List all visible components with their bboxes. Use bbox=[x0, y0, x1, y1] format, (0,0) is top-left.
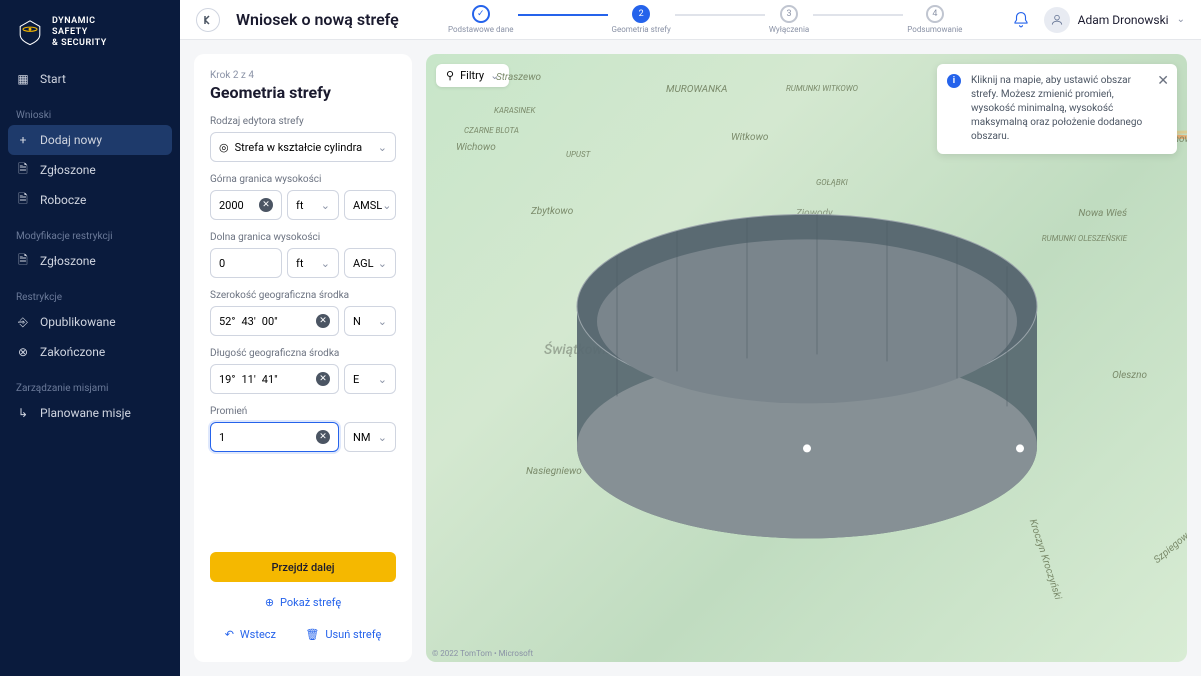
page-title: Wniosek o nową strefę bbox=[236, 10, 399, 29]
step-2[interactable]: 2 Geometria strefy bbox=[612, 5, 671, 34]
document-icon: 🗎 bbox=[16, 163, 30, 177]
clear-icon[interactable]: ✕ bbox=[316, 314, 330, 328]
delete-zone-button[interactable]: 🗑Usuń strefę bbox=[305, 622, 381, 646]
upper-ref-select[interactable]: AMSL⌄ bbox=[344, 190, 396, 220]
map[interactable]: ⚲ Filtry ⌄ Straszewo MUROWANKA RUMUNKI W… bbox=[426, 54, 1187, 662]
nav-submitted[interactable]: 🗎 Zgłoszone bbox=[0, 155, 180, 185]
undo-icon: ↶ bbox=[225, 628, 234, 641]
grid-icon: ▦ bbox=[16, 72, 30, 86]
lat-input[interactable]: 52° 43′ 00″ ✕ bbox=[210, 306, 339, 336]
info-toast: i Kliknij na mapie, aby ustawić obszar s… bbox=[937, 64, 1177, 154]
clear-icon[interactable]: ✕ bbox=[316, 372, 330, 386]
upper-unit-select[interactable]: ft⌄ bbox=[287, 190, 339, 220]
collapse-icon bbox=[202, 14, 214, 26]
zone-cylinder[interactable] bbox=[557, 156, 1057, 576]
lower-unit-select[interactable]: ft⌄ bbox=[287, 248, 339, 278]
editor-type-select[interactable]: ◎Strefa w kształcie cylindra ⌄ bbox=[210, 132, 396, 162]
nav-planned-missions[interactable]: ↳ Planowane misje bbox=[0, 398, 180, 428]
toast-close-button[interactable]: ✕ bbox=[1157, 72, 1169, 92]
map-place-label: KARASINEK bbox=[494, 106, 535, 115]
radius-label: Promień bbox=[210, 406, 396, 417]
lon-hemi-select[interactable]: E⌄ bbox=[344, 364, 396, 394]
map-place-label: Witkowo bbox=[731, 132, 768, 143]
lon-label: Długość geograficzna środka bbox=[210, 348, 396, 359]
back-button[interactable]: ↶Wstecz bbox=[225, 622, 276, 646]
chevron-down-icon: ⌄ bbox=[321, 199, 330, 212]
notifications-icon[interactable] bbox=[1012, 11, 1030, 29]
upper-value-input[interactable]: ✕ bbox=[210, 190, 282, 220]
chevron-down-icon: ⌄ bbox=[378, 257, 387, 270]
broadcast-icon: ⎆ bbox=[16, 315, 30, 329]
plus-icon: + bbox=[16, 133, 30, 147]
chevron-down-icon: ⌄ bbox=[321, 257, 330, 270]
nav-start[interactable]: ▦ Start bbox=[0, 64, 180, 94]
chevron-down-icon: ⌄ bbox=[378, 373, 387, 386]
map-place-label: CZARNE BLOTA bbox=[464, 126, 519, 135]
chevron-down-icon: ⌄ bbox=[378, 315, 387, 328]
chevron-down-icon: ⌄ bbox=[382, 199, 391, 212]
map-place-label: Szpiegowo bbox=[1152, 527, 1187, 566]
trash-icon: 🗑 bbox=[305, 628, 319, 641]
upper-bound-label: Górna granica wysokości bbox=[210, 174, 396, 185]
step-1[interactable]: ✓ Podstawowe dane bbox=[448, 5, 514, 34]
radius-unit-select[interactable]: NM⌄ bbox=[344, 422, 396, 452]
nav-section-label: Restrykcje bbox=[0, 284, 180, 307]
nav-section-label: Zarządzanie misjami bbox=[0, 375, 180, 398]
nav-finished[interactable]: ⊗ Zakończone bbox=[0, 337, 180, 367]
radius-input[interactable]: ✕ bbox=[210, 422, 339, 452]
sidebar: DYNAMICSAFETY& SECURITY ▦ Start Wnioski … bbox=[0, 0, 180, 676]
chevron-down-icon: ⌄ bbox=[1177, 14, 1185, 25]
logo-icon bbox=[16, 18, 44, 46]
topbar: Wniosek o nową strefę ✓ Podstawowe dane … bbox=[180, 0, 1201, 40]
map-place-label: Wichowo bbox=[456, 142, 496, 153]
nav-drafts[interactable]: 🗎 Robocze bbox=[0, 185, 180, 215]
lat-label: Szerokość geograficzna środka bbox=[210, 290, 396, 301]
lower-value-input[interactable] bbox=[210, 248, 282, 278]
next-button[interactable]: Przejdź dalej bbox=[210, 552, 396, 582]
user-menu[interactable]: Adam Dronowski ⌄ bbox=[1044, 7, 1185, 33]
map-place-label: Oleszno bbox=[1112, 370, 1147, 381]
lat-hemi-select[interactable]: N⌄ bbox=[344, 306, 396, 336]
lon-input[interactable]: 19° 11′ 41″ ✕ bbox=[210, 364, 339, 394]
map-filters-button[interactable]: ⚲ Filtry ⌄ bbox=[436, 64, 509, 87]
map-place-label: MUROWANKA bbox=[666, 84, 727, 95]
editor-type-label: Rodzaj edytora strefy bbox=[210, 116, 396, 127]
x-circle-icon: ⊗ bbox=[16, 345, 30, 359]
chevron-down-icon: ⌄ bbox=[490, 69, 499, 82]
nav-mod-submitted[interactable]: 🗎 Zgłoszone bbox=[0, 246, 180, 276]
form-panel: Krok 2 z 4 Geometria strefy Rodzaj edyto… bbox=[194, 54, 412, 662]
route-icon: ↳ bbox=[16, 406, 30, 420]
nav-section-label: Modyfikacje restrykcji bbox=[0, 223, 180, 246]
show-zone-button[interactable]: ⊕Pokaż strefę bbox=[210, 590, 396, 614]
step-3[interactable]: 3 Wyłączenia bbox=[769, 5, 809, 34]
collapse-sidebar-button[interactable] bbox=[196, 8, 220, 32]
info-icon: i bbox=[947, 74, 961, 88]
nav-section-label: Wnioski bbox=[0, 102, 180, 125]
crosshair-icon: ⊕ bbox=[265, 596, 274, 609]
panel-title: Geometria strefy bbox=[210, 83, 396, 102]
target-icon: ◎ bbox=[219, 141, 229, 154]
nav-add-new[interactable]: + Dodaj nowy bbox=[8, 125, 172, 155]
logo: DYNAMICSAFETY& SECURITY bbox=[0, 12, 180, 64]
map-place-label: RUMUNKI WITKOWO bbox=[786, 84, 858, 93]
filter-icon: ⚲ bbox=[446, 69, 454, 82]
chevron-down-icon: ⌄ bbox=[378, 431, 387, 444]
step-indicator: Krok 2 z 4 bbox=[210, 70, 396, 81]
document-icon: 🗎 bbox=[16, 193, 30, 207]
map-place-label: Nowa Wieś bbox=[1078, 208, 1127, 219]
clear-icon[interactable]: ✕ bbox=[316, 430, 330, 444]
map-attribution: © 2022 TomTom • Microsoft bbox=[432, 649, 533, 658]
nav-published[interactable]: ⎆ Opublikowane bbox=[0, 307, 180, 337]
lower-bound-label: Dolna granica wysokości bbox=[210, 232, 396, 243]
step-4[interactable]: 4 Podsumowanie bbox=[907, 5, 962, 34]
chevron-down-icon: ⌄ bbox=[378, 141, 387, 154]
stepper: ✓ Podstawowe dane 2 Geometria strefy 3 W… bbox=[415, 5, 996, 34]
lower-ref-select[interactable]: AGL⌄ bbox=[344, 248, 396, 278]
avatar-icon bbox=[1044, 7, 1070, 33]
clear-icon[interactable]: ✕ bbox=[259, 198, 273, 212]
document-icon: 🗎 bbox=[16, 254, 30, 268]
